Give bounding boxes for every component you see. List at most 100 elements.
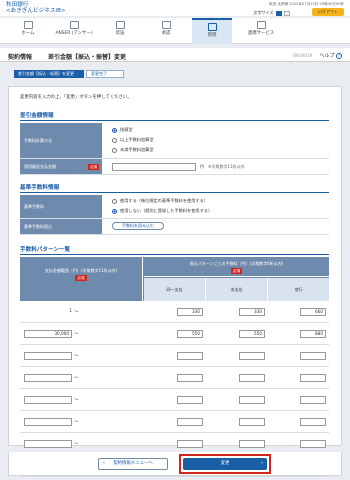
radio-label: 未満手数料加算型	[120, 147, 154, 152]
base-fee-read-row: 基準手数料読込 手数料を読み込む	[20, 219, 329, 235]
fee-head-branch-input[interactable]	[239, 418, 265, 426]
fee-other-bank-input[interactable]	[300, 440, 326, 448]
nav-home[interactable]: ホーム	[8, 18, 48, 44]
instruction-text: 変更内容を入力の上、「変更」ボタンを押してください。	[20, 95, 132, 100]
logout-button[interactable]: ログアウト	[312, 8, 344, 16]
fee-method-label: 手数料計算方法	[20, 123, 102, 158]
min-amount-label: 適用最低支払金額 必須	[20, 159, 102, 174]
required-badge: 必須	[75, 275, 87, 281]
phone-icon	[69, 21, 79, 29]
fee-other-bank-input[interactable]	[300, 352, 326, 360]
radio-option-add-above[interactable]: 以上手数料加算型	[112, 137, 154, 143]
section-title-deduction: 差引金額情報	[20, 113, 54, 119]
radio-option-limit[interactable]: 指値型	[112, 127, 133, 133]
amount-from-input[interactable]	[24, 352, 72, 360]
amount-from-input[interactable]: 30,000	[24, 330, 72, 338]
radio-option-add-below[interactable]: 未満手数料加算型	[112, 147, 154, 153]
fee-other-bank-input[interactable]	[300, 418, 326, 426]
min-amount-input[interactable]	[112, 163, 196, 171]
radio-selected-icon	[112, 127, 117, 133]
radio-not-use-base-fee[interactable]: 使用しない（個別に登録した手数料を使用する）	[112, 208, 212, 214]
fee-head-branch-input[interactable]: 330	[239, 308, 265, 316]
fee-method-row: 手数料計算方法 指値型 以上手数料加算型 未満手数料加算型	[20, 123, 329, 159]
back-to-menu-button[interactable]: ‹ 契約情報メニューへ	[98, 458, 168, 470]
fee-other-bank-input[interactable]	[300, 396, 326, 404]
fee-pattern-table: 支払金額範囲（円）(半角数字11桁以内) 必須 振込パターンごとの手数料（円）(…	[20, 257, 329, 477]
fee-table-header: 支払金額範囲（円）(半角数字11桁以内) 必須 振込パターンごとの手数料（円）(…	[20, 257, 329, 301]
range-tilde: 〜	[74, 332, 79, 337]
help-icon: ?	[336, 53, 342, 59]
fee-head-branch-input[interactable]	[239, 440, 265, 448]
font-size-medium-button[interactable]	[275, 10, 282, 16]
nav-label: 管理	[207, 33, 217, 38]
fee-other-bank-input[interactable]: 660	[300, 308, 326, 316]
user-info: 秋田 太郎様 2022年07月13日 09時30分00秒	[269, 2, 344, 6]
nav-management[interactable]: 管理	[192, 18, 232, 44]
nav-approval[interactable]: 承認	[146, 18, 186, 44]
range-tilde: 〜	[74, 398, 79, 403]
section-divider	[20, 192, 329, 193]
min-amount-note: ※半角数字11桁以内	[208, 164, 245, 169]
nav-anser[interactable]: ANSER (アンサー)	[54, 18, 94, 44]
table-row: 〜	[20, 411, 329, 433]
bank-logo[interactable]: 秋田銀行 <あきぎんビジネスIB>	[6, 2, 66, 14]
radio-label: 以上手数料加算型	[120, 137, 154, 142]
help-label: ヘルプ	[319, 53, 335, 59]
required-badge: 必須	[230, 268, 243, 274]
header-fee-text: 振込パターンごとの手数料（円）(半角数字6桁以内)	[189, 261, 284, 266]
fee-other-bank-input[interactable]	[300, 374, 326, 382]
amount-from-value: 1	[69, 309, 72, 314]
home-icon	[23, 21, 33, 29]
nav-transmission[interactable]: 伝送	[100, 18, 140, 44]
header-other-bank: 他行	[268, 278, 329, 301]
min-amount-row: 適用最低支払金額 必須 円 ※半角数字11桁以内	[20, 159, 329, 175]
fee-same-branch-input[interactable]	[177, 352, 203, 360]
header-head-branch: 本支店	[206, 278, 268, 301]
fee-same-branch-input[interactable]: 550	[177, 330, 203, 338]
read-fee-button[interactable]: 手数料を読み込む	[112, 222, 164, 230]
transfer-icon	[115, 21, 125, 29]
page-category: 契約情報	[8, 54, 33, 61]
fee-head-branch-input[interactable]	[239, 396, 265, 404]
fee-head-branch-input[interactable]	[239, 352, 265, 360]
radio-label: 使用しない（個別に登録した手数料を使用する）	[120, 208, 213, 213]
yen-unit: 円	[200, 164, 204, 169]
radio-icon	[112, 198, 117, 204]
nav-label: 連携サービス	[247, 31, 275, 36]
fee-same-branch-input[interactable]	[177, 396, 203, 404]
header-amount-range: 支払金額範囲（円）(半角数字11桁以内) 必須	[20, 257, 143, 301]
change-button-highlight: 変更 ›	[179, 454, 271, 474]
range-tilde: 〜	[74, 376, 79, 381]
amount-from-input[interactable]	[24, 440, 72, 448]
base-fee-label: 基準手数料	[20, 195, 102, 218]
nav-label: ANSER (アンサー)	[55, 31, 93, 36]
fee-head-branch-input[interactable]	[239, 374, 265, 382]
nav-linked-services[interactable]: 連携サービス	[238, 18, 284, 44]
fee-same-branch-input[interactable]	[177, 440, 203, 448]
font-size-large-button[interactable]	[284, 10, 290, 16]
change-button[interactable]: 変更 ›	[183, 458, 267, 470]
fee-other-bank-input[interactable]: 880	[300, 330, 326, 338]
radio-icon	[112, 147, 117, 153]
chevron-right-icon: ›	[261, 461, 263, 466]
step-next: 変更完了	[86, 70, 124, 78]
service-icon	[256, 21, 266, 29]
main-content: 変更内容を入力の上、「変更」ボタンを押してください。 差引金額情報 手数料計算方…	[8, 86, 342, 477]
section-title-base-fee: 基準手数料情報	[20, 185, 60, 191]
fee-same-branch-input[interactable]	[177, 374, 203, 382]
radio-icon	[112, 137, 117, 143]
global-nav: ホーム ANSER (アンサー) 伝送 承認 管理 連携サービス	[0, 18, 350, 44]
fee-head-branch-input[interactable]: 550	[239, 330, 265, 338]
amount-from-input[interactable]	[24, 418, 72, 426]
base-fee-read-label: 基準手数料読込	[20, 219, 102, 234]
radio-use-base-fee[interactable]: 使用する（帳位規定の基準手数料を使用する）	[112, 198, 208, 204]
page-title-bar: 契約情報 差引金額【振込・振替】変更 BKGK019 ヘルプ ?	[0, 48, 350, 62]
section-divider	[20, 254, 329, 255]
fee-same-branch-input[interactable]	[177, 418, 203, 426]
help-link[interactable]: ヘルプ ?	[319, 52, 342, 59]
amount-from-input[interactable]	[24, 396, 72, 404]
fee-same-branch-input[interactable]: 330	[177, 308, 203, 316]
amount-from-input[interactable]	[24, 374, 72, 382]
nav-label: ホーム	[21, 31, 35, 36]
service-name: <あきぎんビジネスIB>	[6, 8, 66, 14]
